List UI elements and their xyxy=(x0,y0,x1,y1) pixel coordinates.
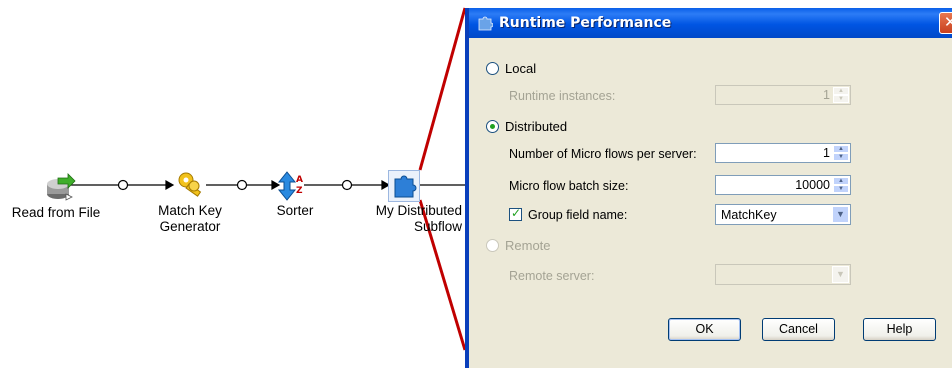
group-field-value: MatchKey xyxy=(721,208,777,222)
help-button[interactable]: Help xyxy=(863,318,936,341)
node-label-match-key: Match Key Generator xyxy=(158,203,222,234)
svg-text:A: A xyxy=(296,175,303,185)
connector-node-2[interactable] xyxy=(236,179,248,191)
remote-radio-row: Remote xyxy=(486,238,551,253)
micro-flows-label: Number of Micro flows per server: xyxy=(509,147,697,161)
connector-node-3[interactable] xyxy=(341,179,353,191)
dialog-title: Runtime Performance xyxy=(499,15,672,31)
remote-server-combo: ▼ xyxy=(715,264,851,285)
title-bar[interactable]: Runtime Performance ✕ xyxy=(469,8,952,38)
distributed-label: Distributed xyxy=(505,119,568,134)
close-button[interactable]: ✕ xyxy=(939,12,952,34)
runtime-performance-dialog: Runtime Performance ✕ Local Runtime inst… xyxy=(465,8,952,368)
group-field-label: Group field name: xyxy=(528,208,628,222)
local-label: Local xyxy=(505,61,537,76)
spin-down-icon[interactable]: ▼ xyxy=(833,185,849,193)
batch-size-spinner[interactable]: 10000 ▲ ▼ xyxy=(715,175,851,195)
micro-flows-spinner[interactable]: 1 ▲ ▼ xyxy=(715,143,851,163)
runtime-instances-spinner: 1 ▲ ▼ xyxy=(715,85,851,105)
checkmark-icon: ✓ xyxy=(511,206,522,220)
local-radio[interactable] xyxy=(486,62,499,75)
key-icon[interactable] xyxy=(176,170,208,202)
batch-size-label: Micro flow batch size: xyxy=(509,179,629,193)
connector-node-1[interactable] xyxy=(117,179,129,191)
remote-server-label: Remote server: xyxy=(509,269,595,283)
runtime-instances-value: 1 xyxy=(823,88,830,102)
read-file-icon[interactable] xyxy=(44,170,76,202)
callout-line-top xyxy=(418,7,467,171)
remote-radio xyxy=(486,239,499,252)
chevron-down-icon[interactable]: ▼ xyxy=(832,206,849,223)
svg-text:Z: Z xyxy=(296,186,303,196)
close-icon: ✕ xyxy=(944,14,952,31)
node-label-sorter: Sorter xyxy=(276,203,314,218)
connector-arrow-1 xyxy=(165,179,175,191)
group-field-combo[interactable]: MatchKey ▼ xyxy=(715,204,851,225)
puzzle-icon[interactable] xyxy=(388,170,420,202)
cancel-button[interactable]: Cancel xyxy=(762,318,835,341)
distributed-radio[interactable] xyxy=(486,120,499,133)
micro-flows-value[interactable]: 1 xyxy=(823,146,830,160)
chevron-down-icon: ▼ xyxy=(832,266,849,283)
ok-button[interactable]: OK xyxy=(668,318,741,341)
spin-up-icon[interactable]: ▲ xyxy=(833,145,849,153)
local-radio-row[interactable]: Local xyxy=(486,61,536,76)
sort-icon[interactable]: AZ xyxy=(277,170,309,202)
spin-up-icon[interactable]: ▲ xyxy=(833,177,849,185)
spin-down-icon[interactable]: ▼ xyxy=(833,153,849,161)
batch-size-value[interactable]: 10000 xyxy=(795,178,830,192)
node-label-subflow: My Distributed Subflow xyxy=(375,203,462,234)
runtime-instances-label: Runtime instances: xyxy=(509,89,616,103)
distributed-radio-row[interactable]: Distributed xyxy=(486,119,567,134)
remote-label: Remote xyxy=(505,238,551,253)
group-field-checkbox[interactable]: ✓ xyxy=(509,206,522,221)
puzzle-icon xyxy=(477,15,494,34)
spin-up-icon: ▲ xyxy=(833,87,849,95)
node-label-read-file: Read from File xyxy=(11,205,101,220)
spin-down-icon: ▼ xyxy=(833,95,849,103)
